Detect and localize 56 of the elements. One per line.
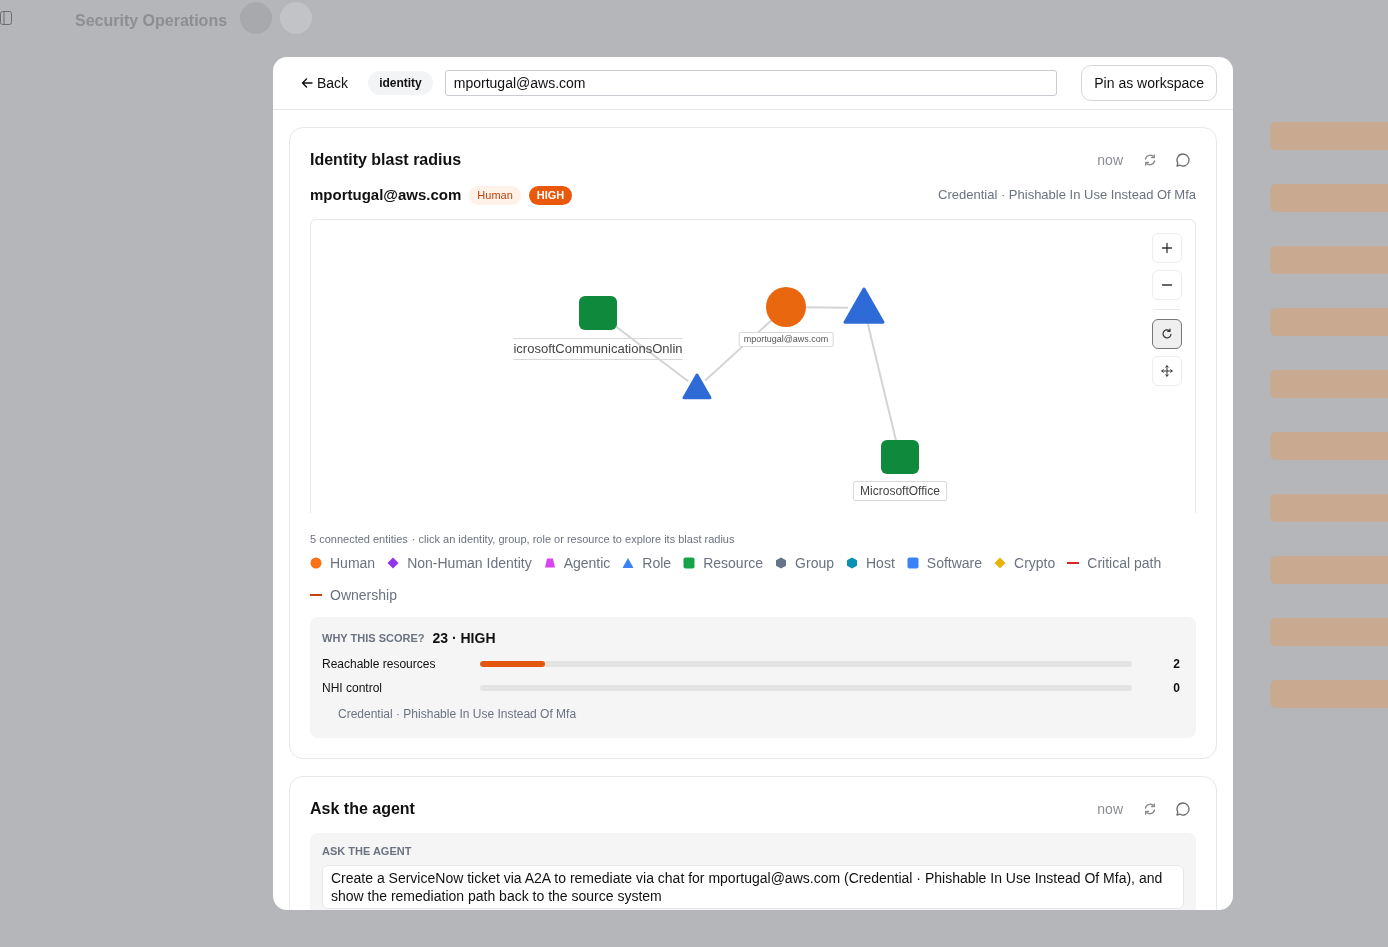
pin-button[interactable]: Pin as workspace [1081,65,1217,101]
back-button[interactable]: Back [293,68,357,98]
scope-tag: identity [368,71,433,95]
node-label: MicrosoftOffice [853,481,947,501]
factor-value: 2 [1173,656,1180,673]
refresh-icon[interactable] [1143,802,1157,816]
role-node[interactable] [682,373,712,400]
card-title: Ask the agent [310,799,416,819]
back-arrow-icon [301,77,313,89]
comment-icon[interactable] [1175,152,1191,168]
panel-icon[interactable] [0,11,12,25]
node-label: icrosoftCommunicationsOnlin [513,338,683,360]
legend-label: Host [866,553,895,573]
identity-name: mportugal@aws.com [310,184,462,205]
factor-value: 0 [1173,680,1180,697]
zoom-in-icon [1161,242,1173,254]
legend-label: Critical path [1087,553,1162,573]
entity-count: 5 connected entities [310,531,408,547]
factor-label: NHI control [322,680,384,697]
legend-label: Agentic [563,553,611,573]
timestamp: now [1097,799,1123,819]
severity-badge: HIGH [528,185,573,205]
factor-label: Reachable resources [322,656,437,673]
finding-text: Credential · Phishable In Use Instead Of Mfa [938,186,1196,205]
zoom-in-button[interactable] [1152,233,1182,263]
legend-label: Non-Human Identity [407,553,532,573]
graph-canvas[interactable]: icrosoftCommunicationsOnlin mportugal@aws.com MicrosoftOffice [310,219,1196,513]
section-label: ASK THE AGENT [322,843,413,859]
legend-label: Software [926,553,983,573]
zoom-out-button[interactable] [1152,270,1182,300]
search-field[interactable]: mportugal@aws.com [444,70,1058,96]
legend-label: Ownership [330,585,397,605]
role-node[interactable] [843,287,885,324]
move-button[interactable] [1152,356,1182,386]
reset-icon [1161,328,1173,340]
refresh-icon[interactable] [1143,153,1157,167]
timestamp: now [1097,150,1123,170]
legend-label: Resource [703,553,764,573]
resource-node[interactable] [579,296,617,330]
legend-label: Group [795,553,834,573]
legend-label: Crypto [1014,553,1056,573]
move-icon [1161,365,1173,377]
card-title: Identity blast radius [310,150,463,170]
person-node[interactable] [766,287,806,327]
hint-text: · click an identity, group, role or resource to explore its blast radius [411,531,735,547]
score-note: Credential · Phishable In Use Instead Of Mfa [338,706,578,723]
comment-icon[interactable] [1175,801,1191,817]
type-badge: Human [469,185,521,205]
reset-button[interactable] [1152,319,1182,349]
resource-node[interactable] [881,440,919,474]
legend-label: Role [642,553,672,573]
node-label: mportugal@aws.com [738,332,834,347]
score-value: 23 · HIGH [432,628,496,648]
score-label: WHY THIS SCORE? [322,630,425,646]
prompt-field[interactable]: Create a ServiceNow ticket via A2A to remediate via chat for mportugal@aws.com (Credential · Phishable In Use Instead Of Mfa), and show the remediation path back to the source system [322,865,1184,909]
legend-label: Human [330,553,376,573]
